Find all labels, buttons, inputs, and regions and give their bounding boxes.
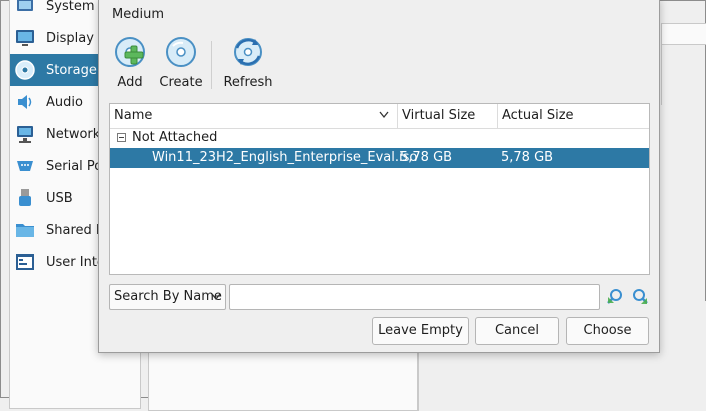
cell-name: Win11_23H2_English_Enterprise_Eval.iso [152, 150, 418, 165]
table-header: Name Virtual Size Actual Size [110, 104, 649, 129]
create-label: Create [159, 75, 203, 90]
column-header-virtual-size[interactable]: Virtual Size [398, 104, 498, 128]
attributes-field[interactable] [661, 23, 706, 45]
dialog-title: Medium [112, 7, 164, 22]
sidebar-item-label: Storage [46, 62, 97, 78]
create-disk-icon [166, 37, 196, 67]
media-tree-table[interactable]: Name Virtual Size Actual Size Not Attach… [109, 103, 650, 275]
search-mode-value: Search By Name [114, 289, 222, 304]
collapse-toggle-icon[interactable] [117, 133, 126, 142]
refresh-icon [234, 38, 262, 66]
medium-selector-dialog: Medium Add Create Refresh Name Virtual S… [98, 0, 660, 353]
column-header-name[interactable]: Name [110, 104, 398, 128]
add-label: Add [117, 75, 143, 90]
cell-virtual-size: 5,78 GB [400, 150, 453, 165]
table-row[interactable]: Win11_23H2_English_Enterprise_Eval.iso 5… [110, 148, 649, 168]
refresh-label: Refresh [223, 75, 273, 90]
sidebar-item-label: System [46, 0, 95, 14]
sidebar-item-label: Serial Po [46, 158, 103, 174]
storage-icon [14, 59, 36, 81]
column-header-label: Actual Size [502, 108, 574, 123]
refresh-button[interactable]: Refresh [222, 35, 274, 93]
attributes-divider [661, 45, 706, 105]
chevron-down-icon [211, 293, 221, 301]
leave-empty-button[interactable]: Leave Empty [372, 317, 469, 345]
add-disk-icon [115, 37, 145, 67]
cell-actual-size: 5,78 GB [501, 150, 554, 165]
column-header-label: Name [114, 108, 153, 123]
display-icon [14, 27, 36, 49]
serial-port-icon [14, 155, 36, 177]
create-button[interactable]: Create [157, 35, 205, 93]
audio-icon [14, 91, 36, 113]
system-icon [14, 0, 36, 17]
shared-folders-icon [14, 219, 36, 241]
search-mode-select[interactable]: Search By Name [109, 284, 226, 310]
cancel-button[interactable]: Cancel [475, 317, 559, 345]
user-interface-icon [14, 251, 36, 273]
sidebar-item-label: Audio [46, 94, 83, 110]
sidebar-item-label: Display [46, 30, 94, 46]
add-button[interactable]: Add [112, 35, 148, 93]
group-label: Not Attached [132, 130, 218, 145]
choose-button[interactable]: Choose [566, 317, 649, 345]
search-previous-icon[interactable] [605, 287, 625, 307]
toolbar-separator [211, 41, 212, 89]
sidebar-item-label: USB [46, 190, 73, 206]
sidebar-item-label: User Inte [46, 254, 105, 270]
sidebar-item-label: Network [46, 126, 101, 142]
tree-group-not-attached[interactable]: Not Attached [110, 128, 649, 147]
usb-icon [14, 187, 36, 209]
search-next-icon[interactable] [630, 287, 650, 307]
column-header-label: Virtual Size [402, 108, 476, 123]
search-input[interactable] [229, 284, 600, 310]
network-icon [14, 123, 36, 145]
sort-chevron-icon [379, 111, 389, 119]
column-header-actual-size[interactable]: Actual Size [498, 104, 649, 128]
